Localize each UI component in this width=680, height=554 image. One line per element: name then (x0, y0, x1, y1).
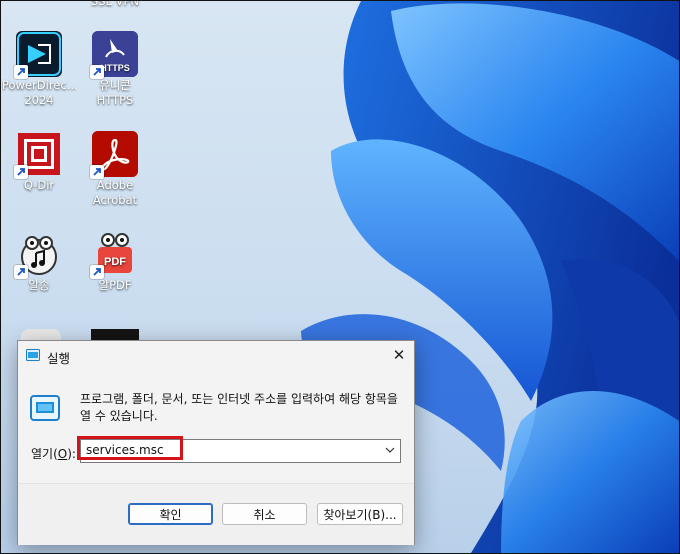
desktop-icon-unicorn-https[interactable]: HTTPS 유니콘 HTTPS (78, 31, 152, 108)
shortcut-arrow-icon (14, 65, 28, 79)
input-highlight-annotation (77, 436, 183, 460)
desktop-icon-label: Q-Dir (23, 178, 55, 192)
run-dialog-titlebar[interactable]: 실행 ✕ (18, 341, 414, 371)
desktop-icon-label: 알송 (28, 278, 50, 292)
desktop-icon-label: SSL VPN (90, 0, 140, 8)
desktop-icon-q-dir[interactable]: Q-Dir (2, 131, 76, 193)
q-dir-icon (14, 131, 62, 179)
desktop-icon-alsong[interactable]: 알송 (2, 231, 76, 293)
desktop-icon-alpdf[interactable]: PDF 알PDF (78, 231, 152, 293)
run-dialog-footer: 확인 취소 찾아보기(B)... (18, 483, 414, 545)
browse-button[interactable]: 찾아보기(B)... (317, 503, 403, 525)
desktop-icon-label: Acrobat (92, 193, 138, 207)
acrobat-icon (90, 131, 138, 179)
open-label-accesskey: O (57, 447, 68, 461)
screenshot-frame: SSL VPN PowerDirec... 2024 HTTPS 유니콘 HTT… (0, 0, 680, 554)
run-dialog-title: 실행 (47, 351, 71, 366)
shortcut-arrow-icon (14, 265, 28, 279)
desktop-icon-label: 2024 (24, 93, 54, 107)
alpdf-badge-text: PDF (104, 256, 126, 268)
ok-button[interactable]: 확인 (128, 503, 213, 525)
desktop-icon-label: 알PDF (98, 278, 132, 292)
unicorn-https-icon: HTTPS (90, 31, 138, 79)
shortcut-arrow-icon (14, 165, 28, 179)
unicorn-badge-text: HTTPS (100, 63, 130, 73)
desktop-icon-label: Adobe (96, 178, 134, 192)
shortcut-arrow-icon (90, 165, 104, 179)
chevron-down-icon[interactable] (383, 443, 397, 457)
desktop-icon-label: 유니콘 (99, 78, 131, 92)
open-label-prefix: 열기( (31, 447, 58, 461)
close-button[interactable]: ✕ (384, 341, 414, 369)
run-icon (26, 349, 40, 361)
shortcut-arrow-icon (90, 65, 104, 79)
alpdf-icon: PDF (90, 231, 138, 279)
run-program-icon (30, 395, 60, 421)
desktop-icon-label: HTTPS (96, 93, 134, 107)
shortcut-arrow-icon (90, 265, 104, 279)
run-dialog: 실행 ✕ 프로그램, 폴더, 문서, 또는 인터넷 주소를 입력하여 해당 항목… (17, 340, 415, 545)
open-label: 열기(O): (31, 445, 76, 462)
cancel-button[interactable]: 취소 (222, 503, 307, 525)
alsong-icon (14, 231, 62, 279)
powerdirector-icon (14, 31, 62, 79)
open-label-suffix: ): (67, 447, 76, 461)
desktop-icon-label: PowerDirec... (2, 78, 76, 92)
run-dialog-description: 프로그램, 폴더, 문서, 또는 인터넷 주소를 입력하여 해당 항목을 열 수… (80, 392, 398, 423)
desktop-icon-powerdirector[interactable]: PowerDirec... 2024 (2, 31, 76, 108)
desktop-icon-adobe-acrobat[interactable]: Adobe Acrobat (78, 131, 152, 208)
desktop-icon-ssl-vpn[interactable]: SSL VPN (78, 0, 152, 9)
